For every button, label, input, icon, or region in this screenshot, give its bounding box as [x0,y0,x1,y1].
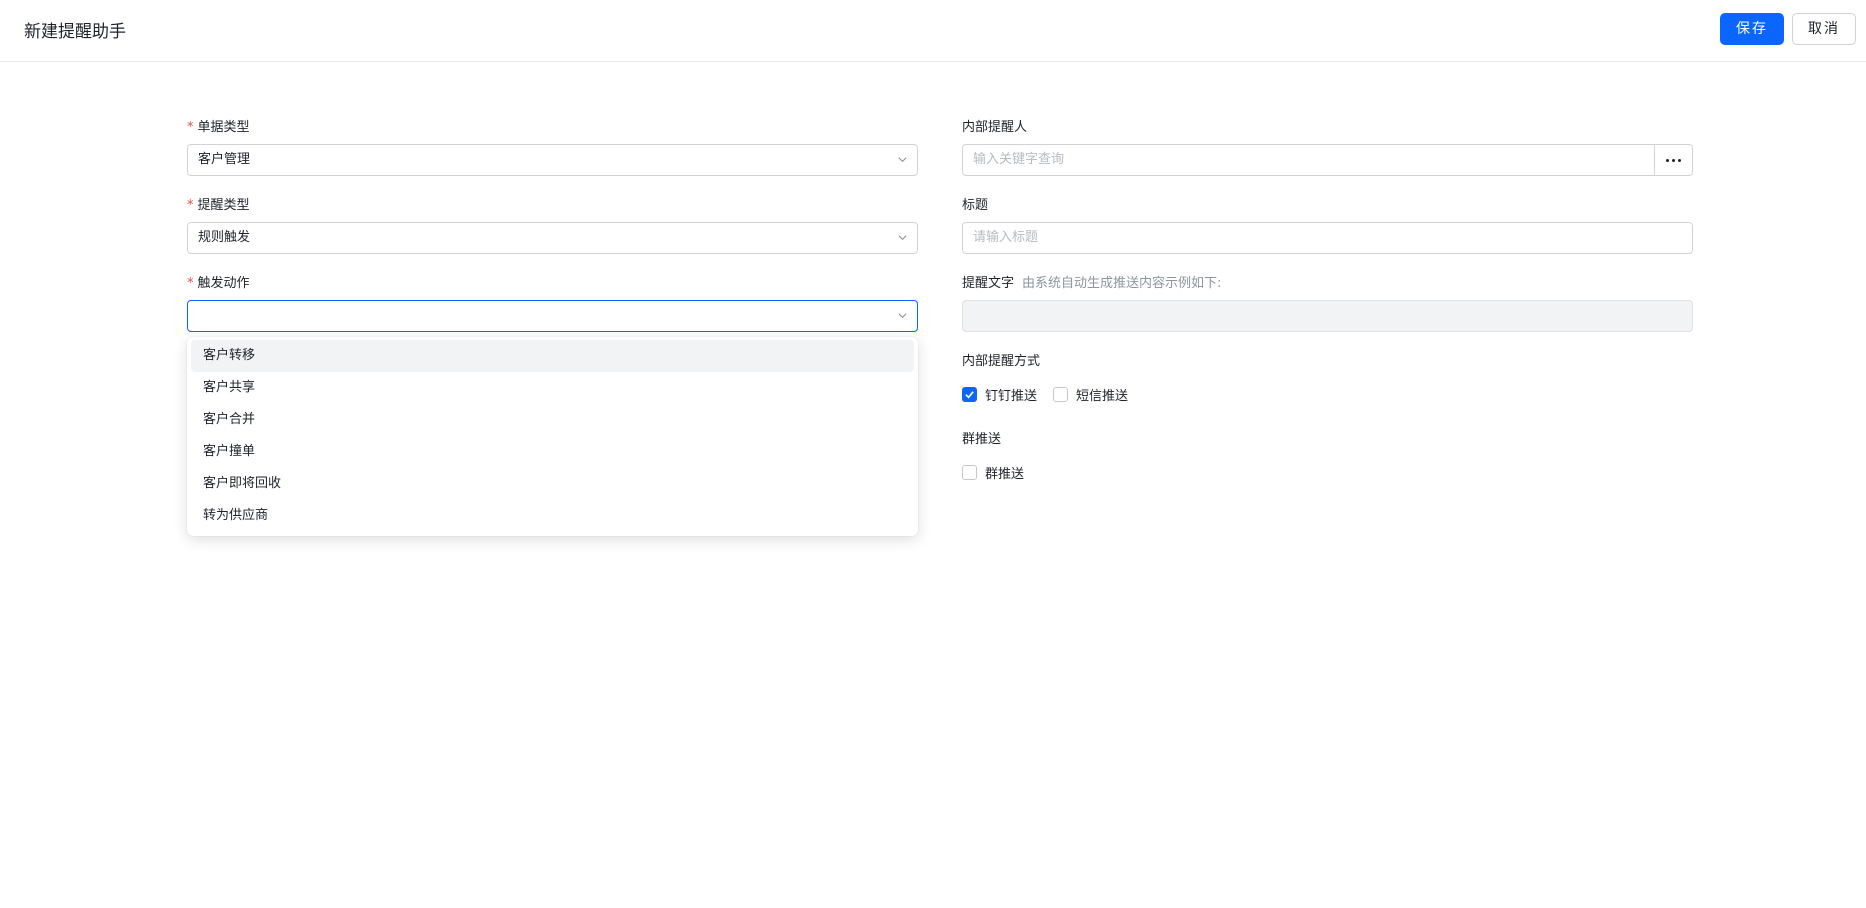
dropdown-option[interactable]: 客户即将回收 [191,468,914,500]
doc-type-select[interactable]: 客户管理 [187,144,918,176]
dropdown-option[interactable]: 客户撞单 [191,436,914,468]
checkbox-label: 钉钉推送 [985,389,1038,404]
checkbox-checked-icon [962,387,977,402]
checkbox-label: 群推送 [985,467,1025,482]
trigger-action-dropdown: 客户转移 客户共享 客户合并 客户撞单 客户即将回收 转为供应商 [187,337,918,536]
trigger-action-label: * 触发动作 [187,276,250,291]
dropdown-option[interactable]: 客户共享 [191,372,914,404]
title-input[interactable] [973,223,1692,252]
cancel-button[interactable]: 取消 [1792,13,1856,45]
more-dot-icon [1672,158,1675,162]
remind-text-field [962,300,1693,332]
internal-method-group: 钉钉推送 短信推送 [962,385,1144,404]
checkbox-icon [962,465,977,480]
dropdown-option[interactable]: 转为供应商 [191,500,914,532]
sms-push-checkbox[interactable]: 短信推送 [1053,385,1128,404]
page-header: 新建提醒助手 保存 取消 [0,0,1866,62]
chevron-down-icon [898,235,907,241]
dingtalk-push-checkbox[interactable]: 钉钉推送 [962,385,1037,404]
required-mark: * [187,198,194,213]
group-push-label: 群推送 [962,432,1002,447]
remind-type-select[interactable]: 规则触发 [187,222,918,254]
dropdown-option[interactable]: 客户合并 [191,404,914,436]
save-button[interactable]: 保存 [1720,13,1784,45]
chevron-down-icon [898,313,907,319]
required-mark: * [187,276,194,291]
page-title: 新建提醒助手 [24,22,126,42]
internal-reminder-field[interactable] [962,144,1693,176]
checkbox-label: 短信推送 [1076,389,1129,404]
more-options-button[interactable] [1654,145,1692,175]
remind-type-value: 规则触发 [198,230,251,245]
title-field[interactable] [962,222,1693,254]
more-dot-icon [1678,158,1681,162]
internal-reminder-label: 内部提醒人 [962,120,1028,135]
checkbox-icon [1053,387,1069,402]
more-dot-icon [1666,158,1669,162]
chevron-down-icon [898,157,907,163]
group-push-checkbox[interactable]: 群推送 [962,463,1024,482]
doc-type-value: 客户管理 [198,152,251,167]
internal-method-label: 内部提醒方式 [962,354,1041,369]
remind-text-hint: 由系统自动生成推送内容示例如下: [1022,276,1222,291]
doc-type-label: * 单据类型 [187,120,250,135]
internal-reminder-input[interactable] [973,145,1692,174]
remind-text-label: 提醒文字 由系统自动生成推送内容示例如下: [962,276,1222,291]
trigger-action-select[interactable] [187,300,918,332]
group-push-group: 群推送 [962,463,1040,482]
title-label: 标题 [962,198,989,213]
dropdown-option[interactable]: 客户转移 [191,340,914,372]
remind-type-label: * 提醒类型 [187,198,250,213]
required-mark: * [187,120,194,135]
